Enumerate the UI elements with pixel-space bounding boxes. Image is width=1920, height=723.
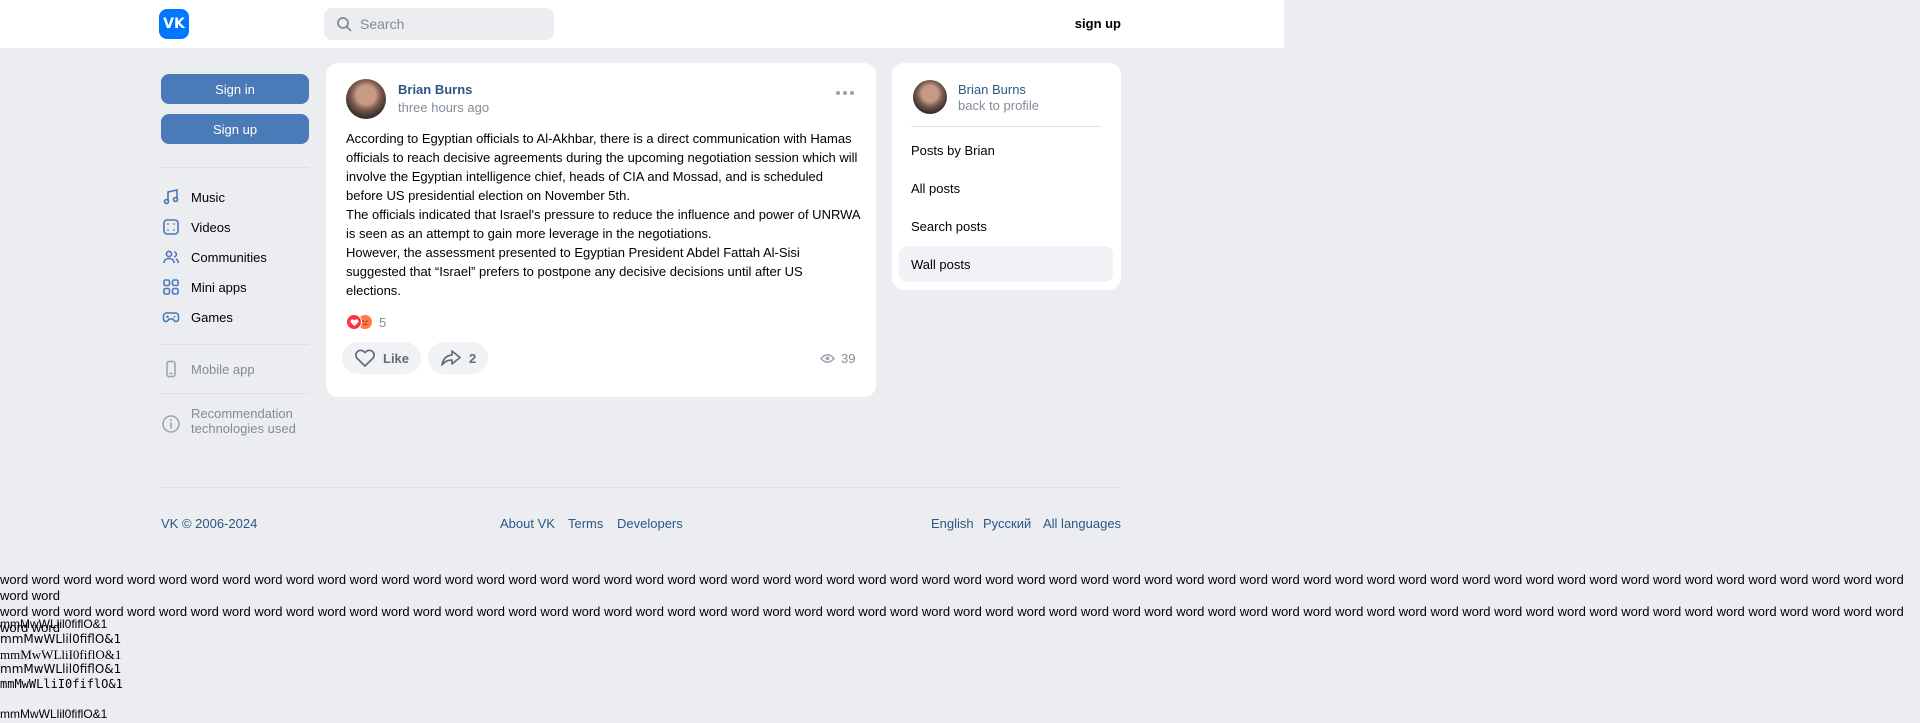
- search-posts-link[interactable]: Search posts: [899, 208, 1113, 244]
- heart-reaction-icon: [346, 314, 362, 330]
- profile-card: Brian Burns back to profile Posts by Bri…: [892, 63, 1121, 290]
- font-sample-row: mmMwWLlil0fiflO&1: [0, 632, 122, 646]
- search-icon: [337, 17, 352, 32]
- share-icon: [441, 350, 461, 366]
- sidebar-item-label: Games: [191, 309, 233, 325]
- sidebar-item-label: Mobile app: [191, 361, 255, 377]
- font-sample-row: mmMwWLliI0fiflO&1: [0, 647, 122, 662]
- music-note-icon: [161, 187, 181, 207]
- post-card: Brian Burns three hours ago According to…: [326, 63, 876, 397]
- post-text: According to Egyptian officials to Al-Ak…: [346, 129, 861, 300]
- reactions-count: 5: [379, 314, 387, 330]
- font-sample-row: mmMwWLlil0fiflO&1: [0, 707, 108, 721]
- footer-developers-link[interactable]: Developers: [617, 516, 683, 531]
- people-icon: [161, 247, 181, 267]
- header-signup-link[interactable]: sign up: [1060, 16, 1121, 31]
- footer-divider: [161, 487, 1121, 488]
- sidebar-item-mobile-app[interactable]: Mobile app: [161, 358, 311, 380]
- footer-copyright[interactable]: VK © 2006-2024: [161, 516, 257, 531]
- sidebar-divider: [161, 344, 309, 345]
- post-timestamp[interactable]: three hours ago: [398, 100, 489, 115]
- post-paragraph: However, the assessment presented to Egy…: [346, 245, 803, 298]
- sidebar-item-videos[interactable]: Videos: [161, 216, 311, 238]
- sidebar-divider: [161, 393, 309, 394]
- vk-logo[interactable]: VK: [159, 9, 189, 39]
- sidebar-item-label: Mini apps: [191, 279, 247, 295]
- sidebar-item-communities[interactable]: Communities: [161, 246, 311, 268]
- views-count: 39: [841, 351, 856, 366]
- footer-about-link[interactable]: About VK: [500, 516, 555, 531]
- like-button[interactable]: Like: [342, 342, 422, 374]
- search-input[interactable]: [360, 16, 540, 32]
- recommendation-technologies-link[interactable]: Recommendation technologies used: [161, 406, 321, 437]
- profile-card-divider: [911, 126, 1101, 127]
- views-counter: 39: [820, 351, 855, 366]
- back-to-profile-link[interactable]: back to profile: [958, 98, 1039, 113]
- grid-icon: [161, 277, 181, 297]
- video-icon: [161, 217, 181, 237]
- posts-by-author-link[interactable]: Posts by Brian: [899, 132, 1113, 168]
- wall-posts-link[interactable]: Wall posts: [899, 246, 1113, 282]
- sidebar-item-mini-apps[interactable]: Mini apps: [161, 276, 311, 298]
- sign-up-button[interactable]: Sign up: [161, 114, 309, 144]
- reactions-summary[interactable]: 5: [346, 314, 386, 330]
- footer-english-link[interactable]: English: [931, 516, 974, 531]
- share-count: 2: [469, 350, 477, 366]
- word-sample-block: word word word word word word word word …: [0, 572, 1920, 636]
- more-options-icon[interactable]: [836, 91, 854, 95]
- post-paragraph: The officials indicated that Israel's pr…: [346, 207, 860, 241]
- word-sample-line: word word word word word word word word …: [0, 604, 1904, 635]
- sidebar-item-label: Music: [191, 189, 225, 205]
- sidebar-item-label: Videos: [191, 219, 231, 235]
- heart-icon: [355, 349, 375, 368]
- eye-icon: [820, 354, 835, 363]
- like-label: Like: [383, 350, 410, 366]
- search-box[interactable]: [324, 8, 554, 40]
- footer-terms-link[interactable]: Terms: [568, 516, 603, 531]
- footer-russian-link[interactable]: Русский: [983, 516, 1031, 531]
- font-sample-row: mmMwWLlil0fiflO&1: [0, 617, 108, 631]
- sidebar-divider: [161, 167, 309, 168]
- author-avatar[interactable]: [346, 79, 386, 119]
- recommendation-line1: Recommendation: [191, 406, 293, 421]
- share-button[interactable]: 2: [428, 342, 489, 374]
- profile-name[interactable]: Brian Burns: [958, 82, 1026, 97]
- sign-in-button[interactable]: Sign in: [161, 74, 309, 104]
- post-paragraph: According to Egyptian officials to Al-Ak…: [346, 131, 858, 203]
- top-header: VK sign up: [0, 0, 1284, 48]
- sidebar-item-label: Communities: [191, 249, 267, 265]
- font-sample-row: mmMwWLlil0fiflO&1: [0, 662, 122, 676]
- gamepad-icon: [161, 307, 181, 327]
- sidebar-item-games[interactable]: Games: [161, 306, 311, 328]
- all-posts-link[interactable]: All posts: [899, 170, 1113, 206]
- info-icon: [161, 414, 181, 437]
- post-author-name[interactable]: Brian Burns: [398, 82, 472, 97]
- footer-all-languages-link[interactable]: All languages: [1043, 516, 1121, 531]
- word-sample-line: word word word word word word word word …: [0, 572, 1904, 603]
- recommendation-line2: technologies used: [191, 421, 296, 436]
- font-sample-row: mmMwWLliI0fiflO&1: [0, 677, 123, 691]
- sidebar-item-music[interactable]: Music: [161, 186, 311, 208]
- profile-avatar[interactable]: [913, 80, 947, 114]
- phone-icon: [161, 359, 181, 379]
